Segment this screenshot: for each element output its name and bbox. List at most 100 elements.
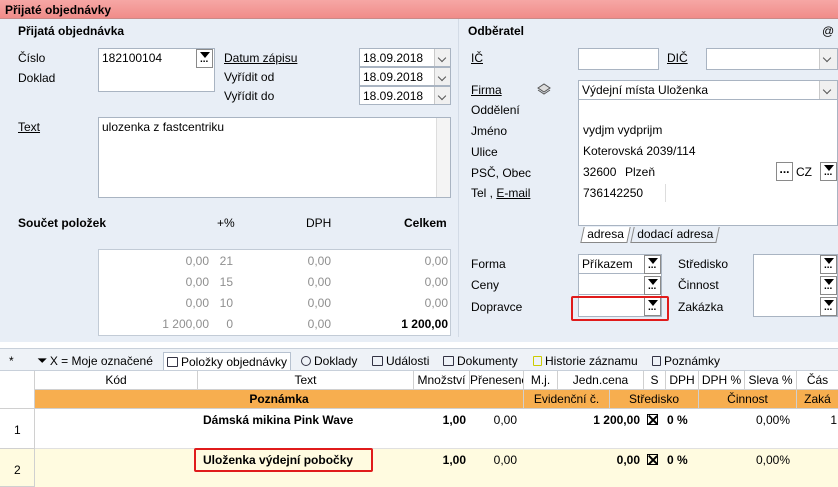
col-header-prenesene[interactable]: Přenesené <box>470 371 524 390</box>
row-price: 1 200,00 <box>593 413 640 427</box>
row-dph: 0 % <box>667 453 688 467</box>
psc-value[interactable]: 32600 <box>583 165 616 179</box>
tab-moje-oznacene-label: X = Moje označené <box>49 354 153 368</box>
note-icon <box>652 356 661 366</box>
tab-dokumenty[interactable]: Dokumenty <box>440 352 521 370</box>
zakazka-picker-button[interactable] <box>820 297 837 316</box>
subheader-stredisko[interactable]: Středisko <box>610 390 699 409</box>
subheader-evidencni[interactable]: Evidenční č. <box>524 390 610 409</box>
cinnost-picker-button[interactable] <box>820 276 837 295</box>
address-book-icon[interactable] <box>536 82 552 96</box>
items-grid: Kód Text Množství Přenesené M.j. Jedn.ce… <box>0 371 838 487</box>
ceny-label: Ceny <box>471 278 500 292</box>
row-sleva: 0,00% <box>755 413 790 427</box>
col-header-mnozstvi[interactable]: Množství <box>414 371 470 390</box>
ic-label: IČ <box>471 51 483 65</box>
col-header-text[interactable]: Text <box>198 371 414 390</box>
datum-zapisu-field[interactable]: 18.09.2018 <box>359 48 451 67</box>
tel-label: Tel , <box>471 186 494 200</box>
tab-doklady[interactable]: Doklady <box>298 352 360 370</box>
summary-base: 0,00 <box>185 254 209 268</box>
cislo-picker-button[interactable] <box>196 49 213 68</box>
ulice-label: Ulice <box>471 145 498 159</box>
tab-polozky-objednavky[interactable]: Položky objednávky <box>163 352 292 370</box>
table-icon <box>167 356 178 367</box>
grid-corner <box>0 371 35 409</box>
chevron-down-icon[interactable] <box>819 49 837 69</box>
firma-field[interactable]: Výdejní místa Uloženka <box>578 80 838 100</box>
chevron-down-icon[interactable] <box>434 49 450 66</box>
tab-adresa[interactable]: adresa <box>580 227 631 243</box>
text-scrollbar[interactable] <box>436 118 450 197</box>
subheader-poznamka[interactable]: Poznámka <box>35 390 524 409</box>
tab-poznamky-label: Poznámky <box>664 354 721 368</box>
row-checkbox[interactable] <box>647 454 658 465</box>
summary-base: 1 200,00 <box>162 317 209 331</box>
summary-dph: 0,00 <box>307 254 331 268</box>
row-price: 0,00 <box>616 453 640 467</box>
obec-value[interactable]: Plzeň <box>625 165 655 179</box>
ic-input[interactable] <box>578 48 659 70</box>
cinnost-label: Činnost <box>678 278 719 292</box>
tab-historie-zaznamu[interactable]: Historie záznamu <box>530 352 641 370</box>
obec-picker-button[interactable]: ... <box>776 162 793 181</box>
row-number[interactable]: 1 <box>0 409 35 449</box>
order-form: Přijatá objednávka Číslo Doklad 18210010… <box>0 19 838 342</box>
datum-zapisu-value: 18.09.2018 <box>363 51 424 65</box>
firma-label: Firma <box>471 83 502 97</box>
subheader-zakazka[interactable]: Zaká <box>797 390 838 409</box>
summary-dph: 0,00 <box>307 275 331 289</box>
forma-picker-button[interactable] <box>644 255 661 274</box>
country-value[interactable]: CZ <box>796 165 812 179</box>
tab-asterisk[interactable]: * <box>6 352 17 370</box>
row-text: Dámská mikina Pink Wave <box>203 413 354 427</box>
doklad-label: Doklad <box>18 71 56 85</box>
psc-obec-label: PSČ, Obec <box>471 166 532 180</box>
vyridit-od-value: 18.09.2018 <box>363 70 424 84</box>
summary-pct: 10 <box>219 296 233 310</box>
tab-moje-oznacene[interactable]: ⏷ X = Moje označené <box>35 352 156 370</box>
dic-input[interactable] <box>706 48 838 70</box>
ceny-picker-button[interactable] <box>644 276 661 295</box>
col-header-dph[interactable]: DPH <box>666 371 699 390</box>
tel-value[interactable]: 736142250 <box>583 186 643 200</box>
email-link[interactable]: E-mail <box>496 186 530 200</box>
col-header-mj[interactable]: M.j. <box>524 371 558 390</box>
subheader-cinnost[interactable]: Činnost <box>699 390 797 409</box>
col-header-s[interactable]: S <box>644 371 666 390</box>
tab-historie-label: Historie záznamu <box>545 354 638 368</box>
text-area[interactable]: ulozenka z fastcentriku <box>98 117 451 198</box>
row-number[interactable]: 2 <box>0 449 35 487</box>
col-header-sleva[interactable]: Sleva % <box>745 371 797 390</box>
table-row[interactable]: Uloženka výdejní pobočky 1,00 0,00 0,00 … <box>35 449 838 487</box>
table-row[interactable]: Dámská mikina Pink Wave 1,00 0,00 1 200,… <box>35 409 838 449</box>
row-dph: 0 % <box>667 413 688 427</box>
vyridit-od-field[interactable]: 18.09.2018 <box>359 67 451 86</box>
tab-poznamky[interactable]: Poznámky <box>649 352 723 370</box>
vyridit-do-label: Vyřídit do <box>224 89 275 103</box>
row-checkbox[interactable] <box>647 414 658 425</box>
tab-udalosti[interactable]: Události <box>369 352 432 370</box>
tab-dodaci-adresa[interactable]: dodací adresa <box>630 227 720 243</box>
country-picker-button[interactable] <box>820 162 837 181</box>
chevron-down-icon[interactable] <box>434 87 450 104</box>
stredisko-label: Středisko <box>678 257 729 271</box>
email-at-icon[interactable]: @ <box>822 24 834 38</box>
summary-dph: 0,00 <box>307 296 331 310</box>
col-header-cast[interactable]: Čás <box>797 371 838 390</box>
stredisko-picker-button[interactable] <box>820 255 837 274</box>
col-header-kod[interactable]: Kód <box>35 371 198 390</box>
summary-col-dph: DPH <box>306 216 332 230</box>
ulice-value[interactable]: Koterovská 2039/114 <box>583 144 696 158</box>
vyridit-do-field[interactable]: 18.09.2018 <box>359 86 451 105</box>
chevron-down-icon[interactable] <box>434 68 450 85</box>
jmeno-value[interactable]: vydjm vydprijm <box>583 123 662 137</box>
summary-col-percent: +% <box>217 216 235 230</box>
tab-dokumenty-label: Dokumenty <box>457 354 518 368</box>
col-header-jedn-cena[interactable]: Jedn.cena <box>558 371 644 390</box>
summary-title: Součet položek <box>18 216 107 230</box>
col-header-dph-pct[interactable]: DPH % <box>699 371 745 390</box>
summary-pct: 21 <box>219 254 233 268</box>
chevron-down-icon[interactable] <box>819 81 837 99</box>
dopravce-label: Dopravce <box>471 300 523 314</box>
